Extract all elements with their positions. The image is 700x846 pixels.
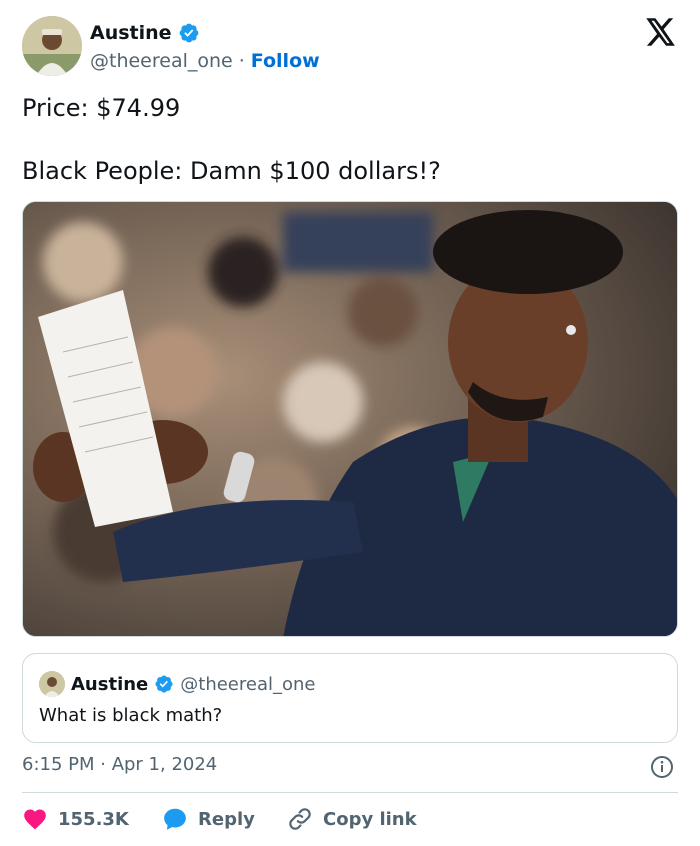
quoted-text: What is black math? [39,705,223,726]
verified-badge-icon [155,675,173,693]
tweet-media-photo[interactable] [22,201,678,637]
info-icon[interactable] [650,755,674,779]
tweet-header: Austine @theereal_one · Follow [22,16,678,80]
link-icon [289,808,311,830]
author-handle-row: @theereal_one · Follow [90,50,320,72]
reply-bubble-icon [164,808,186,830]
tweet-line-reaction: Black People: Damn $100 dollars!? [22,157,441,185]
reply-label: Reply [198,808,255,830]
separator-dot: · [238,50,245,72]
tweet-text: Price: $74.99 Black People: Damn $100 do… [22,92,678,187]
follow-button[interactable]: Follow [251,50,320,72]
x-logo-icon[interactable] [646,18,676,46]
tweet-timestamp[interactable]: 6:15 PM · Apr 1, 2024 [22,754,217,775]
quoted-display-name: Austine [71,673,149,695]
quoted-handle: @theereal_one [180,673,316,695]
author-display-name[interactable]: Austine [90,22,172,44]
quoted-tweet-header: Austine @theereal_one [39,671,316,697]
verified-badge-icon [179,23,198,43]
quoted-tweet[interactable]: Austine @theereal_one What is black math… [22,653,678,743]
copy-link-button[interactable]: Copy link [287,806,417,832]
like-count: 155.3K [58,808,129,830]
like-button[interactable]: 155.3K [22,806,162,832]
author-handle[interactable]: @theereal_one [90,50,233,72]
author-name-row: Austine [90,22,200,44]
tweet-line-price: Price: $74.99 [22,94,181,122]
heart-icon [24,809,46,830]
tweet-actions: 155.3K Reply Copy link [22,805,417,833]
avatar[interactable] [22,16,82,76]
quoted-avatar [39,671,65,697]
copy-link-label: Copy link [323,808,417,830]
reply-button[interactable]: Reply [162,806,287,832]
divider [22,792,678,793]
